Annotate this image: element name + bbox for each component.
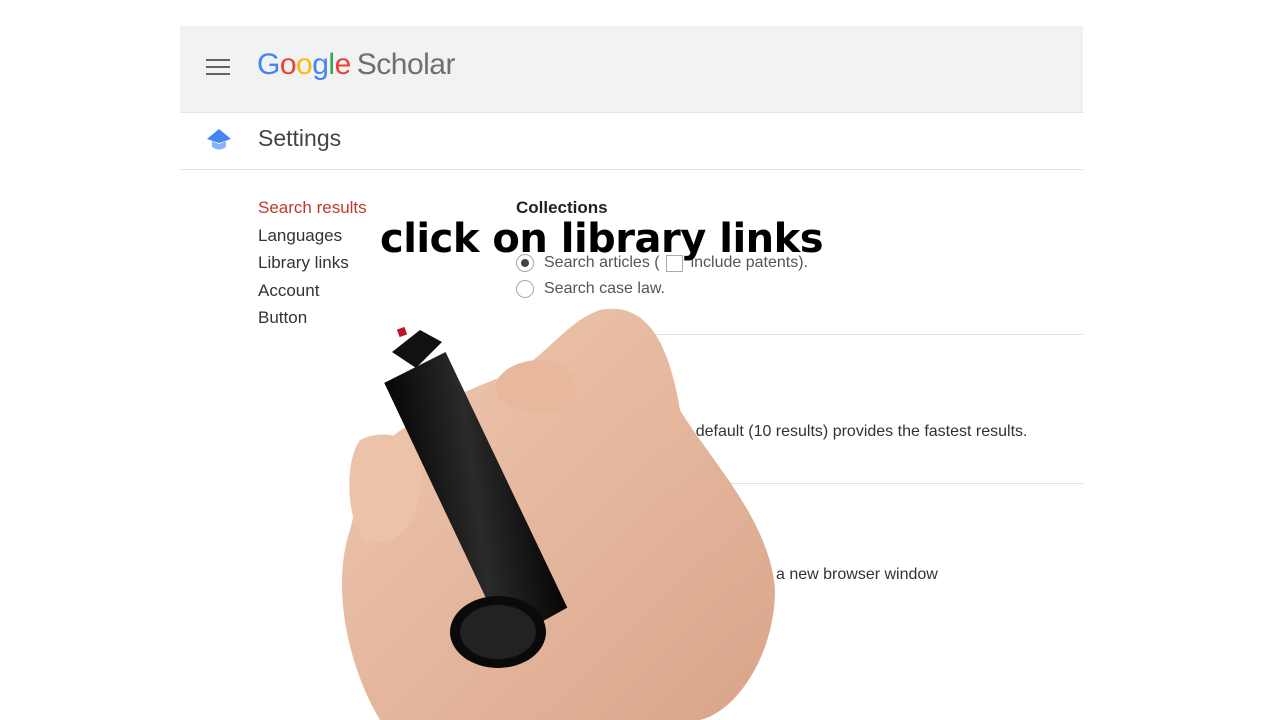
settings-content: Collections Search articles ( include pa… — [516, 198, 1086, 298]
nav-item-library-links[interactable]: Library links — [258, 253, 367, 281]
collections-title: Collections — [516, 198, 608, 217]
new-window-option-label: a new browser window — [776, 566, 938, 583]
google-scholar-logo[interactable]: Google Scholar — [257, 48, 455, 82]
nav-item-search-results[interactable]: Search results — [258, 198, 367, 226]
logo-product-name: Scholar — [356, 48, 456, 81]
settings-header: Settings — [180, 113, 1083, 170]
hand-holding-marker-icon — [341, 308, 775, 720]
tutorial-caption: click on library links — [380, 216, 824, 262]
top-bar: Google Scholar — [180, 26, 1083, 113]
page-title: Settings — [258, 125, 342, 151]
scholar-cap-icon — [207, 129, 231, 150]
nav-item-languages[interactable]: Languages — [258, 226, 367, 254]
hamburger-menu-icon[interactable] — [204, 56, 232, 78]
